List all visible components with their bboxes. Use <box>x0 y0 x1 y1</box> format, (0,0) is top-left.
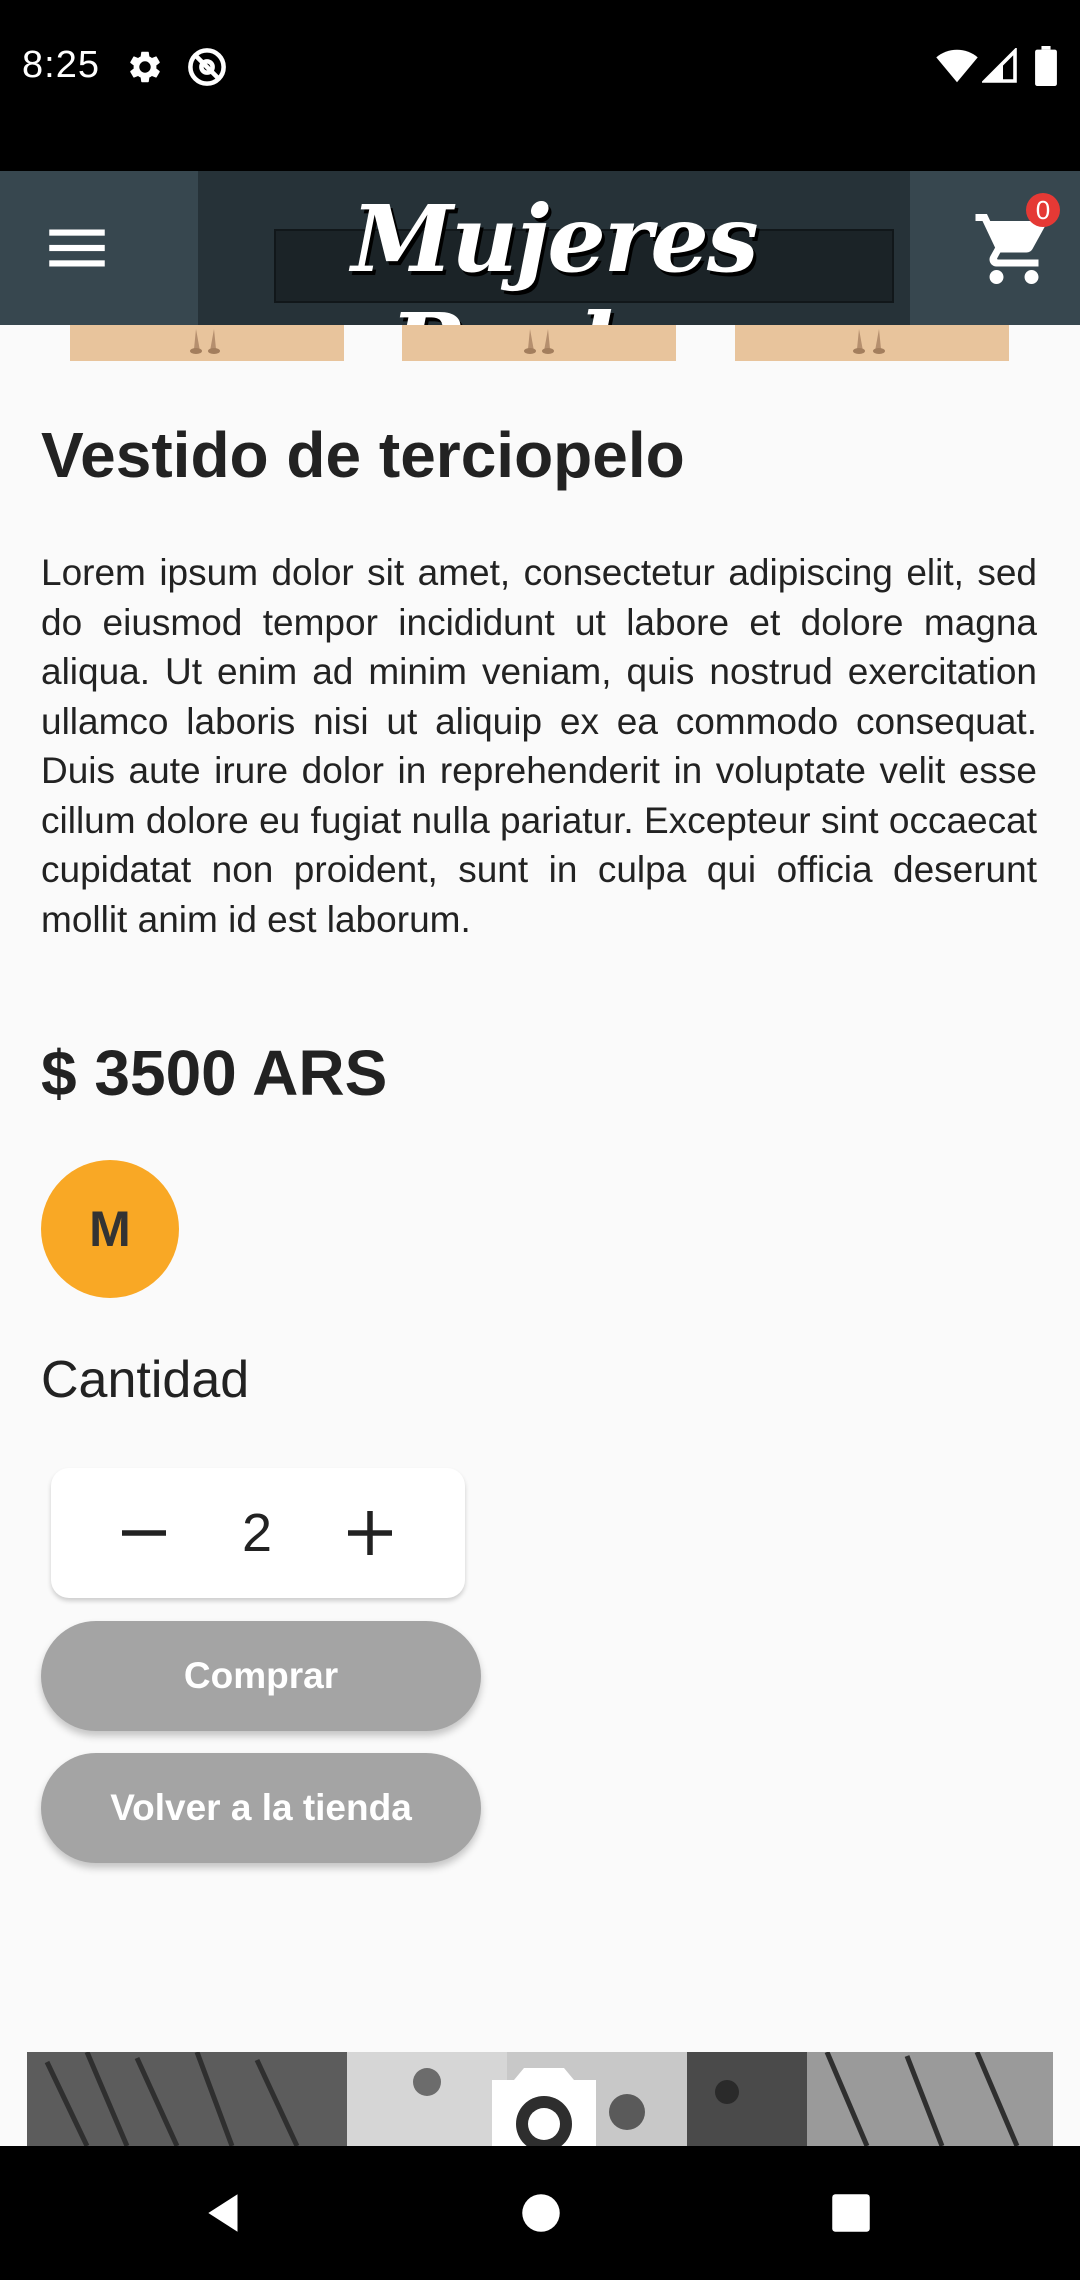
at-sign-icon <box>188 48 226 86</box>
cell-signal-icon <box>982 48 1017 83</box>
product-image-feet <box>853 329 885 354</box>
hamburger-menu-icon[interactable] <box>40 211 114 285</box>
product-image-thumbnail[interactable] <box>70 325 344 361</box>
buy-button[interactable]: Comprar <box>41 1621 481 1731</box>
product-image-feet <box>190 329 220 354</box>
battery-icon <box>1035 46 1057 86</box>
back-to-store-button[interactable]: Volver a la tienda <box>41 1753 481 1863</box>
wifi-icon <box>936 49 978 83</box>
status-bar: 8:25 <box>0 0 1080 171</box>
product-title: Vestido de terciopelo <box>41 419 685 491</box>
navigation-bar <box>0 2146 1080 2280</box>
product-price: $ 3500 ARS <box>41 1037 388 1109</box>
product-description: Lorem ipsum dolor sit amet, consectetur … <box>41 552 1037 940</box>
home-circle-icon[interactable] <box>516 2188 566 2238</box>
camera-icon <box>492 2068 596 2146</box>
plus-icon[interactable] <box>337 1500 403 1566</box>
product-image-thumbnail[interactable] <box>402 325 676 361</box>
quantity-value: 2 <box>241 1503 273 1563</box>
gear-icon <box>130 51 160 83</box>
back-triangle-icon[interactable] <box>200 2188 250 2238</box>
promo-photo <box>27 2052 1053 2146</box>
size-option-chip[interactable]: M <box>41 1160 179 1298</box>
quantity-stepper: 2 <box>51 1468 465 1598</box>
product-image-thumbnail[interactable] <box>735 325 1009 361</box>
minus-icon[interactable] <box>111 1500 177 1566</box>
quantity-label: Cantidad <box>41 1351 250 1409</box>
brand-logo: Mujeres Reales <box>198 171 910 325</box>
product-image-feet <box>524 329 554 354</box>
recents-square-icon[interactable] <box>826 2188 876 2238</box>
logo-text: Mujeres Reales <box>351 185 758 325</box>
status-time: 8:25 <box>22 44 100 86</box>
app-bar: Mujeres Reales <box>0 171 1080 325</box>
cart-count-badge: 0 <box>1026 193 1060 227</box>
